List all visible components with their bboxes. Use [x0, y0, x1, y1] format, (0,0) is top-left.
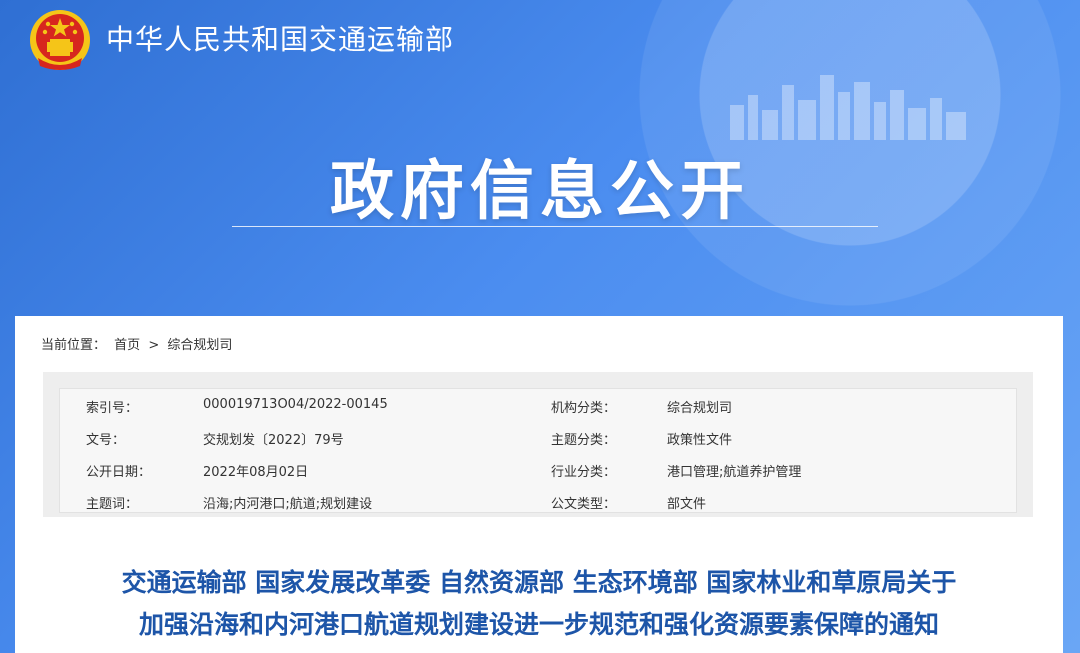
breadcrumb-current-link[interactable]: 综合规划司	[167, 338, 232, 353]
meta-value: 沿海;内河港口;航道;规划建设	[203, 497, 373, 512]
meta-value: 000019713O04/2022-00145	[203, 397, 388, 412]
meta-row: 索引号： 000019713O04/2022-00145 机构分类： 综合规划司	[60, 389, 1018, 421]
national-emblem-icon	[30, 10, 90, 70]
document-title-line: 交通运输部 国家发展改革委 自然资源部 生态环境部 国家林业和草原局关于	[121, 568, 957, 597]
meta-table-inner: 索引号： 000019713O04/2022-00145 机构分类： 综合规划司…	[59, 388, 1017, 513]
meta-key: 文号：	[86, 433, 126, 448]
breadcrumb-separator: >	[148, 338, 160, 353]
document-title: 交通运输部 国家发展改革委 自然资源部 生态环境部 国家林业和草原局关于 加强沿…	[15, 562, 1063, 646]
meta-key: 主题词：	[86, 497, 139, 512]
city-skyline-illustration	[730, 75, 966, 140]
meta-value: 交规划发〔2022〕79号	[203, 433, 344, 448]
meta-key: 行业分类：	[551, 465, 617, 480]
title-divider	[232, 226, 878, 227]
meta-row: 公开日期： 2022年08月02日 行业分类： 港口管理;航道养护管理	[60, 453, 1018, 485]
meta-value: 港口管理;航道养护管理	[667, 465, 802, 480]
meta-key: 主题分类：	[551, 433, 617, 448]
meta-row: 主题词： 沿海;内河港口;航道;规划建设 公文类型： 部文件	[60, 485, 1018, 517]
meta-value: 2022年08月02日	[203, 465, 309, 480]
meta-value: 政策性文件	[667, 433, 733, 448]
breadcrumb: 当前位置： 首页 > 综合规划司	[41, 334, 236, 353]
document-meta-table: 索引号： 000019713O04/2022-00145 机构分类： 综合规划司…	[43, 372, 1033, 517]
meta-row: 文号： 交规划发〔2022〕79号 主题分类： 政策性文件	[60, 421, 1018, 453]
content-panel: 当前位置： 首页 > 综合规划司 索引号： 000019713O04/2022-…	[15, 316, 1063, 653]
meta-key: 机构分类：	[551, 401, 617, 416]
ministry-name[interactable]: 中华人民共和国交通运输部	[106, 18, 454, 58]
meta-key: 公文类型：	[551, 497, 617, 512]
meta-key: 公开日期：	[86, 465, 152, 480]
meta-value: 部文件	[667, 497, 707, 512]
document-title-line: 加强沿海和内河港口航道规划建设进一步规范和强化资源要素保障的通知	[138, 610, 939, 639]
breadcrumb-label: 当前位置：	[41, 338, 107, 353]
breadcrumb-home-link[interactable]: 首页	[114, 338, 140, 353]
meta-value: 综合规划司	[667, 401, 733, 416]
section-title: 政府信息公开	[330, 155, 750, 229]
meta-key: 索引号：	[86, 401, 139, 416]
